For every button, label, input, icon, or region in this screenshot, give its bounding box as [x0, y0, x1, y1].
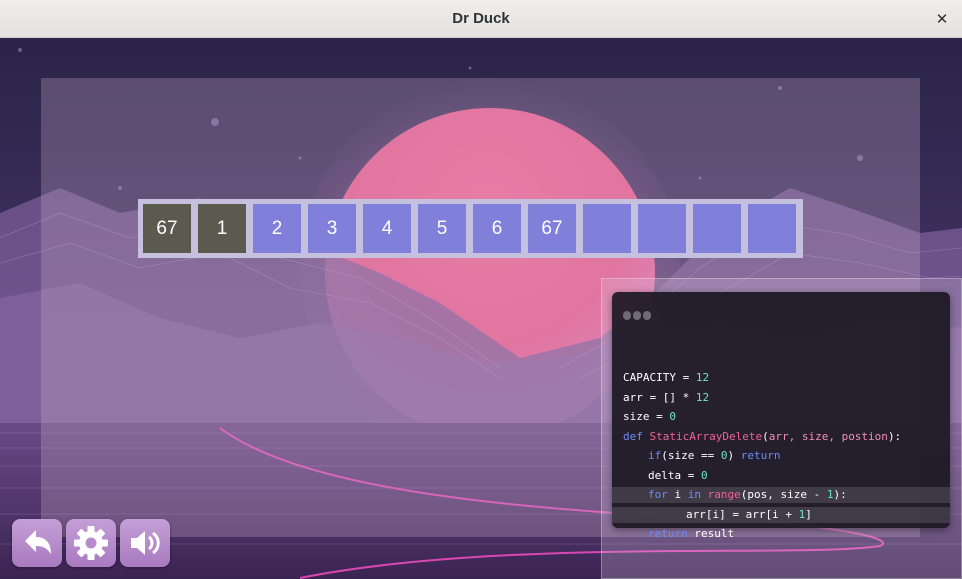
code-token: ):	[833, 488, 847, 501]
array-cell[interactable]: 1	[198, 204, 246, 253]
code-token: if	[648, 449, 662, 462]
close-button[interactable]: ✕	[932, 9, 952, 29]
back-arrow-icon	[25, 530, 51, 554]
dot-icon	[623, 311, 631, 320]
code-line: CAPACITY = 12	[612, 370, 950, 386]
code-token: StaticArrayDelete	[649, 429, 763, 443]
speaker-icon	[131, 531, 160, 555]
code-token: =	[649, 410, 670, 423]
code-token: range	[707, 488, 741, 501]
code-token: arr, size, postion	[768, 429, 888, 443]
code-token: []	[662, 390, 676, 404]
code-token: 12	[695, 390, 710, 404]
app-window: Dr Duck ✕ 67 1 2 3 4 5 6 67 CAPACITY = 1…	[0, 0, 962, 579]
code-token: size	[623, 410, 650, 423]
code-token: =	[642, 390, 663, 404]
code-token: 0	[669, 410, 676, 423]
array-cell[interactable]	[638, 204, 686, 253]
window-title: Dr Duck	[452, 10, 510, 27]
array-cell[interactable]: 6	[473, 204, 521, 253]
array-cell[interactable]: 67	[528, 204, 576, 253]
array-cell[interactable]: 3	[308, 204, 356, 253]
code-line: for i in range(pos, size - 1):	[612, 487, 950, 503]
code-line: return result	[612, 526, 950, 542]
code-line: if(size == 0) return	[612, 448, 950, 464]
code-token: 0	[720, 449, 728, 462]
code-token: CAPACITY	[623, 371, 676, 384]
code-token: 12	[695, 371, 710, 384]
code-token: arr[i]	[686, 507, 726, 521]
code-token: *	[676, 390, 696, 404]
code-token: arr[i	[745, 507, 786, 521]
array-cell[interactable]: 67	[143, 204, 191, 253]
code-editor: CAPACITY = 12 arr = [] * 12 size = 0 def St…	[612, 292, 950, 540]
code-line: arr = [] * 12	[612, 390, 950, 406]
code-line: def StaticArrayDelete(arr, size, postion…	[612, 429, 950, 445]
code-line: arr[i] = arr[i + 1]	[612, 506, 950, 523]
back-button[interactable]	[12, 519, 62, 567]
code-token: =	[725, 507, 746, 521]
title-bar: Dr Duck ✕	[0, 0, 962, 38]
code-token: +	[785, 507, 792, 521]
code-token: )	[727, 449, 741, 462]
code-token: return	[648, 527, 688, 540]
sound-button[interactable]	[120, 519, 170, 567]
array-cell[interactable]: 5	[418, 204, 466, 253]
code-token: ==	[701, 449, 715, 462]
array-cell[interactable]	[693, 204, 741, 253]
array-cell[interactable]	[748, 204, 796, 253]
scene: 67 1 2 3 4 5 6 67 CAPACITY = 12 arr = [] * 12 siz…	[0, 38, 962, 579]
array-cell[interactable]	[583, 204, 631, 253]
settings-button[interactable]	[66, 519, 116, 567]
dot-icon	[643, 311, 651, 320]
code-token: (pos, size	[740, 488, 814, 501]
window-dots	[623, 305, 653, 324]
code-token: def	[623, 429, 643, 443]
gear-icon	[74, 526, 108, 560]
code-token: (	[762, 429, 769, 443]
code-token: delta	[648, 468, 682, 482]
static-array: 67 1 2 3 4 5 6 67	[138, 199, 803, 258]
code-token: (size	[661, 449, 701, 462]
code-token: result	[687, 527, 735, 540]
code-token: 0	[701, 468, 708, 482]
code-token: ]	[805, 507, 812, 521]
dot-icon	[633, 311, 641, 320]
code-token: ):	[887, 429, 902, 443]
code-token: for	[648, 488, 668, 501]
code-token: i	[667, 488, 688, 501]
code-token: arr	[623, 390, 643, 404]
code-line: size = 0	[612, 409, 950, 425]
array-cell[interactable]: 2	[253, 204, 301, 253]
code-token: =	[675, 371, 696, 384]
code-line: delta = 0	[612, 468, 950, 484]
code-token: return	[740, 449, 781, 462]
array-cell[interactable]: 4	[363, 204, 411, 253]
code-token: in	[687, 488, 701, 501]
code-token: =	[681, 468, 701, 482]
